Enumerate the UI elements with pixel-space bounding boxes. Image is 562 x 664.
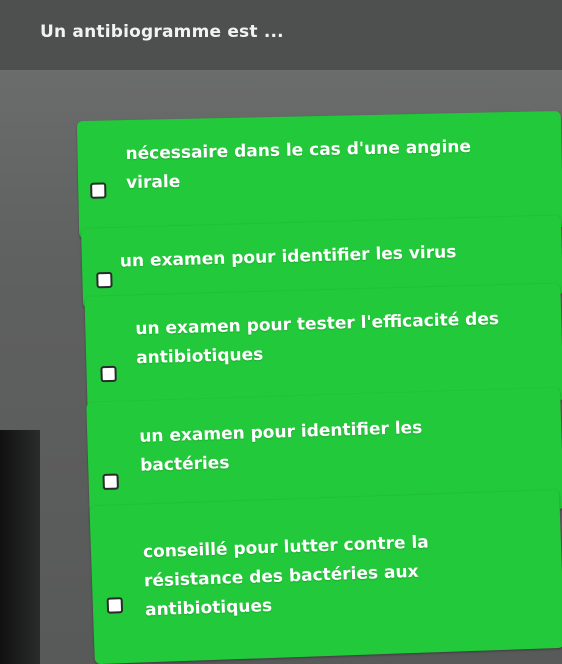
answer-option-5[interactable]: conseillé pour lutter contre la résistan… <box>89 489 562 664</box>
answer-option-label: un examen pour identifier les virus <box>119 242 457 272</box>
quiz-screen: Un antibiogramme est ... nécessaire dans… <box>0 0 562 664</box>
answer-option-label: conseillé pour lutter contre la résistan… <box>142 532 430 621</box>
answer-option-label: un examen pour tester l'efficacité des a… <box>135 309 500 369</box>
checkbox-icon[interactable] <box>102 473 119 490</box>
checkbox-icon[interactable] <box>106 597 124 614</box>
answer-option-label: un examen pour identifier les bactéries <box>138 417 423 476</box>
screen-bezel <box>0 430 40 664</box>
question-text: Un antibiogramme est ... <box>40 22 284 42</box>
checkbox-icon[interactable] <box>96 271 113 289</box>
checkbox-icon[interactable] <box>90 182 107 199</box>
answer-option-label: nécessaire dans le cas d'une angine vira… <box>125 136 472 194</box>
checkbox-icon[interactable] <box>100 365 117 383</box>
question-header: Un antibiogramme est ... <box>0 0 562 70</box>
